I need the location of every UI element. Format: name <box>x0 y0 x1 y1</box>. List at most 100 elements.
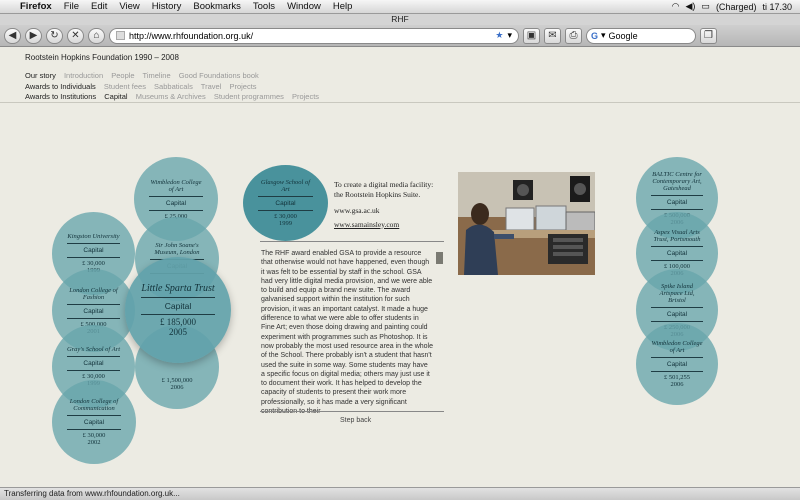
award-detail-text: The RHF award enabled GSA to provide a r… <box>261 250 433 416</box>
forward-arrow-icon: ▶ <box>29 30 38 41</box>
award-year: 2002 <box>87 439 101 446</box>
award-name: Spike Island Artspace Ltd, Bristol <box>650 283 704 308</box>
search-dropdown-icon[interactable]: ▾ <box>601 30 606 41</box>
award-name: Wimbledon College of Art <box>149 179 203 197</box>
menu-window[interactable]: Window <box>283 1 329 12</box>
detail-divider-top <box>260 241 444 242</box>
printer-icon: ⎙ <box>569 30 578 41</box>
award-name: BALTIC Centre for Contemporary Art, Gate… <box>650 171 704 196</box>
search-placeholder[interactable]: Google <box>609 31 638 41</box>
browser-toolbar: ◀ ▶ ↻ ✕ ⌂ http://www.rhfoundation.org.uk… <box>0 25 800 47</box>
award-amount: £ 30,000 <box>82 260 105 267</box>
battery-icon[interactable]: ▭ <box>701 1 710 12</box>
home-button[interactable]: ⌂ <box>88 27 105 44</box>
award-circle-little-sparta-trust[interactable]: Little Sparta Trust Capital £ 185,000 20… <box>125 257 231 363</box>
menu-view[interactable]: View <box>115 1 147 12</box>
award-type: Capital <box>149 197 203 211</box>
nav-row-our-story: Our story Introduction People Timeline G… <box>25 71 325 82</box>
gsa-link[interactable]: www.gsa.ac.uk <box>334 206 444 216</box>
volume-icon[interactable]: ◀) <box>686 1 696 12</box>
menu-edit[interactable]: Edit <box>87 1 115 12</box>
stop-icon: ✕ <box>71 30 80 41</box>
detail-divider-bottom <box>260 411 444 412</box>
nav-travel[interactable]: Travel <box>201 82 222 91</box>
award-name: Glasgow School of Art <box>258 179 313 197</box>
nav-row-individuals: Awards to Individuals Student fees Sabba… <box>25 82 325 93</box>
menu-app[interactable]: Firefox <box>20 1 60 12</box>
detail-scrollbar-thumb[interactable] <box>436 252 443 264</box>
battery-status[interactable]: (Charged) <box>716 2 757 12</box>
menu-history[interactable]: History <box>148 1 190 12</box>
back-button[interactable]: ◀ <box>4 27 21 44</box>
award-amount: £ 501,255 <box>664 374 690 381</box>
award-type: Capital <box>66 244 121 258</box>
nav-people[interactable]: People <box>111 71 134 80</box>
menu-bookmarks[interactable]: Bookmarks <box>189 1 249 12</box>
award-type: Capital <box>258 197 313 211</box>
url-dropdown-icon[interactable]: ▾ <box>507 30 512 41</box>
forward-button[interactable]: ▶ <box>25 27 42 44</box>
print-button[interactable]: ⎙ <box>565 27 582 44</box>
award-name: Wimbledon College of Art <box>650 340 704 358</box>
nav-projects-institutions[interactable]: Projects <box>292 92 319 101</box>
nav-student-programmes[interactable]: Student programmes <box>214 92 284 101</box>
tabs-overview-button[interactable]: ❐ <box>700 27 717 44</box>
menu-tools[interactable]: Tools <box>249 1 283 12</box>
award-circle-glasgow-selected[interactable]: Glasgow School of Art Capital £ 30,000 1… <box>243 165 328 241</box>
os-menubar: Firefox File Edit View History Bookmarks… <box>0 0 800 14</box>
search-field[interactable]: G ▾ Google <box>586 27 696 44</box>
reload-button[interactable]: ↻ <box>46 27 63 44</box>
award-amount: £ 30,000 <box>274 213 297 220</box>
nav-student-fees[interactable]: Student fees <box>104 82 146 91</box>
url-text[interactable]: http://www.rhfoundation.org.uk/ <box>129 31 491 41</box>
clock[interactable]: ti 17.30 <box>762 2 792 12</box>
screenshot-button[interactable]: ▣ <box>523 27 540 44</box>
award-year: 2006 <box>670 381 684 388</box>
nav-awards-to-institutions[interactable]: Awards to Institutions <box>25 92 96 101</box>
award-name: Little Sparta Trust <box>140 283 216 298</box>
nav-timeline[interactable]: Timeline <box>143 71 171 80</box>
camera-icon: ▣ <box>526 30 537 41</box>
site-title[interactable]: Rootstein Hopkins Foundation 1990 – 2008 <box>25 53 179 62</box>
award-type: Capital <box>66 305 121 319</box>
award-type: Capital <box>650 196 704 210</box>
nav-museums-archives[interactable]: Museums & Archives <box>136 92 206 101</box>
stop-button[interactable]: ✕ <box>67 27 84 44</box>
mail-button[interactable]: ✉ <box>544 27 561 44</box>
tabs-icon: ❐ <box>704 30 713 41</box>
site-icon <box>116 31 125 40</box>
award-circle-lcc[interactable]: London College of Communication Capital … <box>52 380 136 464</box>
award-type: Capital <box>650 358 704 372</box>
site-nav: Our story Introduction People Timeline G… <box>25 71 325 103</box>
award-year: 1999 <box>279 220 292 227</box>
award-amount: £ 30,000 <box>82 432 106 439</box>
award-name: London College of Fashion <box>66 287 121 305</box>
digital-media-suite-photo <box>458 172 595 275</box>
award-type: Capital <box>650 308 704 322</box>
menu-file[interactable]: File <box>60 1 87 12</box>
nav-introduction[interactable]: Introduction <box>64 71 103 80</box>
nav-sabbaticals[interactable]: Sabbaticals <box>154 82 193 91</box>
menu-help[interactable]: Help <box>329 1 361 12</box>
nav-good-foundations-book[interactable]: Good Foundations book <box>179 71 259 80</box>
nav-projects-individuals[interactable]: Projects <box>229 82 256 91</box>
window-title: RHF <box>0 14 800 25</box>
award-name: Aspex Visual Arts Trust, Portsmouth <box>650 229 704 247</box>
award-circle-wimbledon-bottom[interactable]: Wimbledon College of Art Capital £ 501,2… <box>636 323 718 405</box>
award-name: Gray's School of Art <box>66 346 121 357</box>
status-bar: Transferring data from www.rhfoundation.… <box>0 487 800 500</box>
step-back-link[interactable]: Step back <box>340 417 371 424</box>
google-icon[interactable]: G <box>591 31 598 41</box>
award-amount: £ 1,500,000 <box>161 377 193 384</box>
award-amount: £ 30,000 <box>82 373 105 380</box>
award-type: Capital <box>66 357 121 371</box>
nav-capital[interactable]: Capital <box>104 92 127 101</box>
nav-awards-to-individuals[interactable]: Awards to Individuals <box>25 82 96 91</box>
samainsley-link[interactable]: www.samainsley.com <box>334 220 399 229</box>
bookmark-star-icon[interactable]: ★ <box>495 30 503 41</box>
nav-our-story[interactable]: Our story <box>25 71 56 80</box>
reload-icon: ↻ <box>50 30 59 41</box>
wifi-icon[interactable]: ◠ <box>672 1 680 12</box>
url-bar[interactable]: http://www.rhfoundation.org.uk/ ★ ▾ <box>109 27 519 44</box>
award-year: 2005 <box>169 327 187 337</box>
